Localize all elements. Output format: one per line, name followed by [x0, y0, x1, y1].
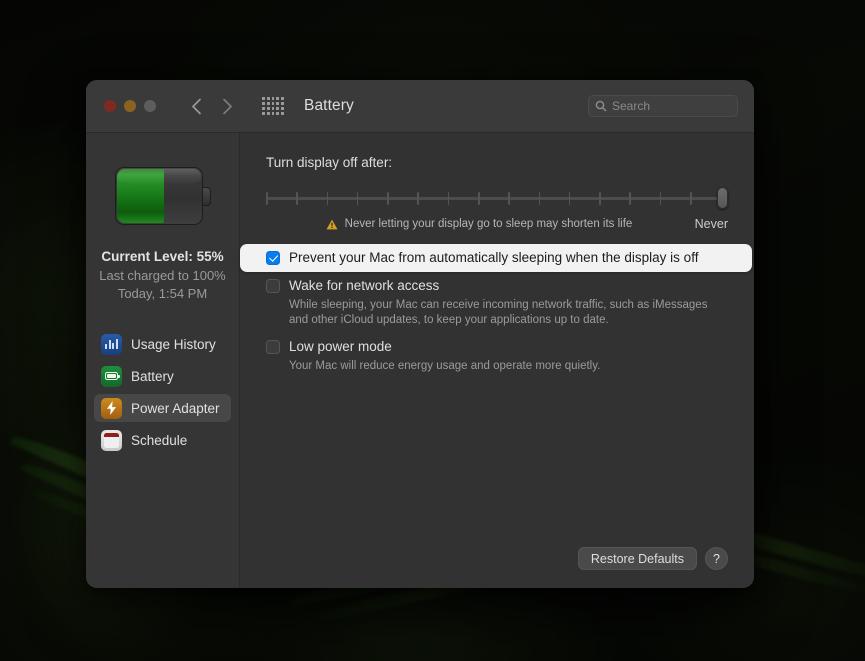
usage-history-icon	[101, 333, 122, 355]
sidebar-item-battery[interactable]: Battery	[94, 362, 231, 390]
sidebar-item-power-adapter[interactable]: Power Adapter	[94, 394, 231, 423]
slider-thumb[interactable]	[717, 187, 728, 209]
warning-text: Never letting your display go to sleep m…	[344, 218, 633, 230]
slider-footer: Never letting your display go to sleep m…	[266, 216, 728, 232]
sidebar-item-schedule[interactable]: Schedule	[94, 426, 231, 454]
window-title: Battery	[304, 97, 354, 114]
slider-warning: Never letting your display go to sleep m…	[326, 218, 669, 230]
low-power-mode-checkbox[interactable]	[266, 340, 280, 354]
battery-preferences-window: Battery Search Current Level: 55% Last c…	[86, 80, 754, 588]
sidebar: Current Level: 55% Last charged to 100% …	[86, 133, 240, 588]
current-level-label: Current Level: 55%	[101, 249, 224, 264]
option-title: Wake for network access	[289, 278, 440, 293]
battery-icon	[101, 365, 122, 387]
window-body: Current Level: 55% Last charged to 100% …	[86, 133, 754, 588]
option-row-wake-for-network[interactable]: Wake for network access While sleeping, …	[258, 272, 732, 333]
search-field[interactable]	[588, 95, 738, 117]
prevent-sleep-checkbox[interactable]	[266, 251, 280, 265]
wake-for-network-checkbox[interactable]	[266, 279, 280, 293]
help-button[interactable]: ?	[705, 547, 728, 570]
close-button[interactable]	[104, 100, 116, 112]
last-charged-label: Last charged to 100%	[99, 267, 226, 283]
option-title: Low power mode	[289, 339, 392, 354]
last-charged-time-label: Today, 1:54 PM	[117, 286, 208, 302]
battery-status-text: Current Level: 55% Last charged to 100% …	[86, 247, 239, 304]
sidebar-item-usage-history[interactable]: Usage History	[94, 330, 231, 358]
zoom-button[interactable]	[144, 100, 156, 112]
battery-gloss	[116, 169, 201, 185]
navigation-buttons	[183, 93, 240, 119]
option-row-prevent-sleep[interactable]: Prevent your Mac from automatically slee…	[240, 244, 752, 272]
option-description: Your Mac will reduce energy usage and op…	[289, 360, 601, 372]
bottom-button-bar: Restore Defaults ?	[577, 547, 728, 570]
main-pane: Turn display off after: Never letting yo…	[240, 133, 754, 588]
battery-terminal	[202, 187, 211, 206]
option-row-low-power-mode[interactable]: Low power mode Your Mac will reduce ener…	[258, 333, 732, 380]
sidebar-item-label: Power Adapter	[131, 400, 220, 416]
battery-graphic	[114, 167, 211, 225]
window-toolbar: Battery	[86, 80, 754, 133]
schedule-calendar-icon	[101, 429, 122, 451]
power-adapter-icon	[101, 397, 122, 419]
option-description: While sleeping, your Mac can receive inc…	[289, 299, 708, 326]
forward-button[interactable]	[214, 93, 240, 119]
option-title: Prevent your Mac from automatically slee…	[289, 250, 699, 265]
restore-defaults-button[interactable]: Restore Defaults	[577, 547, 697, 570]
options-list: Prevent your Mac from automatically slee…	[240, 244, 752, 380]
sidebar-nav-list: Usage History Battery Power Adapter Sche…	[86, 330, 239, 458]
search-icon	[595, 100, 607, 112]
desktop-wallpaper: Battery Search Current Level: 55% Last c…	[0, 0, 865, 661]
slider-value-label: Never	[694, 217, 728, 231]
display-sleep-slider[interactable]	[266, 187, 728, 209]
sidebar-item-label: Usage History	[131, 336, 216, 352]
sidebar-item-label: Battery	[131, 368, 174, 384]
turn-display-off-label: Turn display off after:	[266, 155, 393, 170]
minimize-button[interactable]	[124, 100, 136, 112]
grid-view-icon[interactable]	[262, 97, 284, 115]
slider-ticks	[266, 192, 722, 205]
traffic-lights	[104, 100, 156, 112]
sidebar-item-label: Schedule	[131, 432, 188, 448]
back-button[interactable]	[183, 93, 209, 119]
search-input[interactable]	[612, 99, 731, 113]
battery-body	[114, 167, 203, 225]
warning-triangle-icon	[326, 219, 338, 229]
